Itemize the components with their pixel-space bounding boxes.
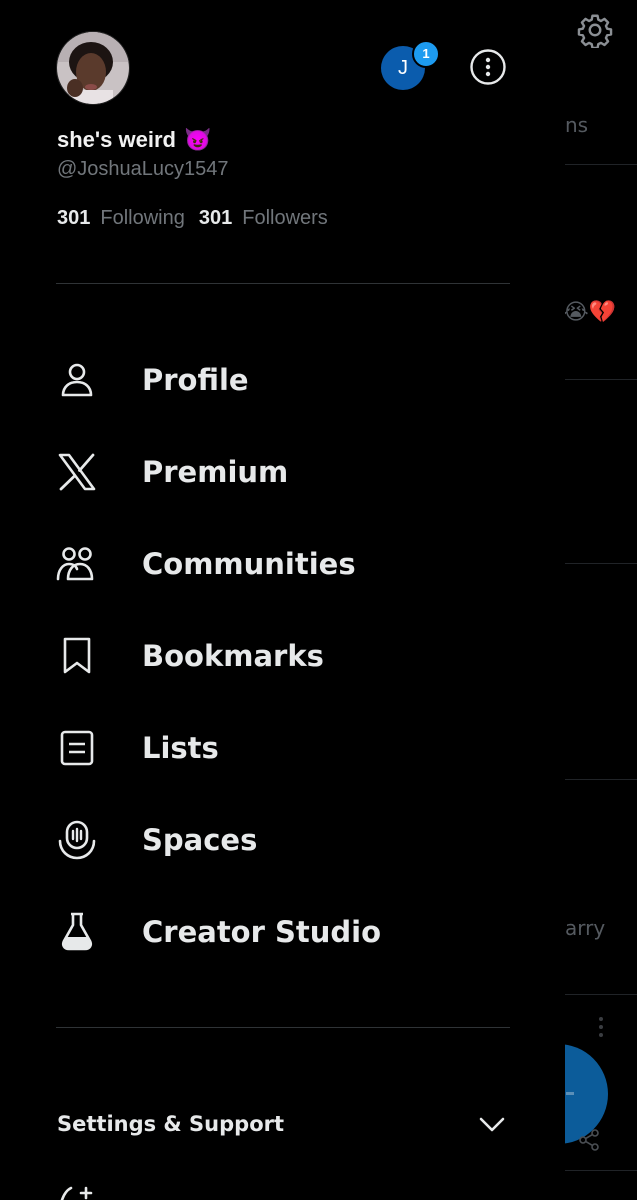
more-vertical-icon[interactable] (597, 1016, 605, 1038)
gear-icon[interactable] (577, 12, 613, 48)
display-name-emoji: 😈 (183, 127, 212, 152)
menu-item-bookmarks[interactable]: Bookmarks (0, 610, 565, 702)
menu-item-profile[interactable]: Profile (0, 334, 565, 426)
bookmark-icon (63, 637, 91, 674)
menu-item-premium[interactable]: Premium (0, 426, 565, 518)
menu-item-lists[interactable]: Lists (0, 702, 565, 794)
user-handle: @JoshuaLucy1547 (57, 158, 229, 180)
display-name[interactable]: she's weird 😈 (57, 127, 211, 153)
following-count: 301 (57, 207, 91, 229)
navigation-drawer: J 1 she's weird 😈 @JoshuaLucy1547 301 Fo… (0, 0, 565, 1200)
person-icon (61, 363, 93, 397)
display-name-text: she's weird (57, 127, 176, 152)
tab-fragment-text: ns (565, 113, 589, 137)
tweet-text-fragment: arry (565, 916, 606, 940)
timeline-separator (565, 563, 637, 564)
flask-icon (61, 912, 93, 951)
communities-icon (56, 547, 94, 581)
chevron-down-icon (479, 1117, 505, 1132)
drawer-menu: Profile Premium Communities Bookmarks Li… (0, 334, 565, 978)
menu-label-lists: Lists (142, 731, 219, 765)
menu-item-creator-studio[interactable]: Creator Studio (0, 886, 565, 978)
settings-support-toggle[interactable]: Settings & Support (0, 1094, 565, 1154)
avatar[interactable] (56, 31, 130, 105)
spaces-icon (58, 820, 96, 860)
notification-badge: 1 (412, 40, 440, 68)
menu-divider (56, 1027, 510, 1028)
more-options-icon[interactable] (469, 48, 507, 86)
followers-label: Followers (242, 207, 328, 229)
timeline-separator (565, 994, 637, 995)
settings-support-label: Settings & Support (57, 1112, 285, 1136)
menu-item-communities[interactable]: Communities (0, 518, 565, 610)
sparkle-icon[interactable] (56, 1184, 100, 1200)
header-divider (56, 283, 510, 284)
timeline-separator (565, 779, 637, 780)
follow-stats: 301 Following 301 Followers (57, 207, 328, 230)
compose-plus-icon (566, 1092, 574, 1095)
timeline-separator (565, 379, 637, 380)
following-label: Following (100, 207, 185, 229)
menu-label-spaces: Spaces (142, 823, 258, 857)
timeline-separator (565, 1170, 637, 1171)
tweet-emoji-fragment: 😭💔 (565, 300, 617, 325)
menu-item-spaces[interactable]: Spaces (0, 794, 565, 886)
menu-label-communities: Communities (142, 547, 356, 581)
menu-label-creator-studio: Creator Studio (142, 915, 382, 949)
account-switcher-button[interactable]: J 1 (381, 40, 440, 90)
menu-label-premium: Premium (142, 455, 289, 489)
list-icon (60, 730, 94, 766)
following-stat[interactable]: 301 Following (57, 207, 185, 230)
menu-label-profile: Profile (142, 363, 249, 397)
timeline-separator (565, 164, 637, 165)
avatar-image (57, 32, 129, 104)
menu-label-bookmarks: Bookmarks (142, 639, 324, 673)
share-icon[interactable] (577, 1128, 601, 1152)
followers-count: 301 (198, 207, 233, 229)
x-logo-icon (58, 453, 96, 491)
followers-stat[interactable]: 301 Followers (199, 207, 328, 230)
